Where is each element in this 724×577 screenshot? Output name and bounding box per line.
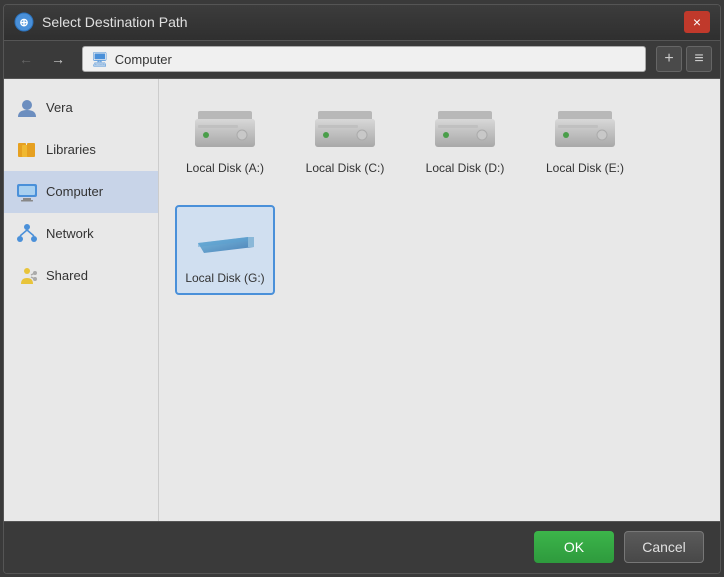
user-icon [16,97,38,119]
disk-icon-e [550,105,620,153]
sidebar-item-network[interactable]: Network [4,213,158,255]
shared-icon [16,265,38,287]
dialog: ⊕ Select Destination Path × ← → 🖥 Comput… [3,4,721,574]
computer-icon: 🖥 [91,51,109,68]
sidebar-item-vera[interactable]: Vera [4,87,158,129]
sidebar-label-computer: Computer [46,184,103,199]
disk-item-e[interactable]: Local Disk (E:) [535,95,635,185]
back-button[interactable]: ← [12,46,40,72]
footer: OK Cancel [4,521,720,573]
library-icon [16,139,38,161]
sidebar: Vera Libraries [4,79,159,521]
disk-item-g[interactable]: Local Disk (G:) [175,205,275,295]
disk-icon-d [430,105,500,153]
toolbar: ← → 🖥 Computer + ≡ [4,41,720,79]
disk-item-c[interactable]: Local Disk (C:) [295,95,395,185]
cancel-button[interactable]: Cancel [624,531,704,563]
sidebar-item-computer[interactable]: Computer [4,171,158,213]
title-bar: ⊕ Select Destination Path × [4,5,720,41]
sidebar-label-libraries: Libraries [46,142,96,157]
ok-button[interactable]: OK [534,531,614,563]
disk-label-e: Local Disk (E:) [546,161,624,175]
address-bar: 🖥 Computer [82,46,646,72]
address-text: Computer [115,52,172,67]
network-icon [16,223,38,245]
dialog-title: Select Destination Path [42,14,684,30]
sidebar-label-shared: Shared [46,268,88,283]
sidebar-label-network: Network [46,226,94,241]
content-area: Vera Libraries [4,79,720,521]
disk-label-g: Local Disk (G:) [185,271,264,285]
disk-label-a: Local Disk (A:) [186,161,264,175]
new-folder-button[interactable]: + [656,46,682,72]
disk-label-c: Local Disk (C:) [306,161,385,175]
sidebar-item-shared[interactable]: Shared [4,255,158,297]
forward-button[interactable]: → [44,46,72,72]
sidebar-label-vera: Vera [46,100,73,115]
sidebar-item-libraries[interactable]: Libraries [4,129,158,171]
disk-item-a[interactable]: Local Disk (A:) [175,95,275,185]
disk-icon-a [190,105,260,153]
computer-sidebar-icon [16,181,38,203]
app-icon: ⊕ [14,12,34,32]
disk-icon-g [190,215,260,263]
disk-label-d: Local Disk (D:) [426,161,505,175]
disk-icon-c [310,105,380,153]
svg-text:⊕: ⊕ [19,17,28,29]
close-button[interactable]: × [684,11,710,33]
main-content: Local Disk (A:) [159,79,720,521]
view-toggle-button[interactable]: ≡ [686,46,712,72]
disk-item-d[interactable]: Local Disk (D:) [415,95,515,185]
